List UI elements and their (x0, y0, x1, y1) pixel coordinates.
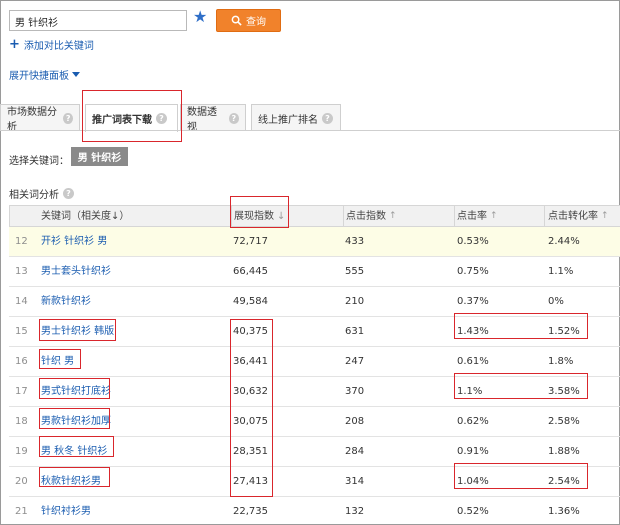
header-keyword[interactable]: 关键词（相关度↓） (41, 206, 129, 227)
highlight-box (230, 196, 289, 228)
clicks-value: 284 (345, 446, 365, 457)
expand-panel-link[interactable]: 展开快捷面板 (9, 67, 80, 82)
cvr-value: 1.1% (548, 266, 574, 277)
ctr-value: 0.75% (457, 266, 489, 277)
highlight-box (39, 319, 116, 341)
highlight-box (39, 408, 110, 429)
ctr-value: 0.37% (457, 296, 489, 307)
keyword-link[interactable]: 开衫 针织衫 男 (41, 227, 107, 256)
table-row: 13 男士套头针织衫 66,445 555 0.75% 1.1% (9, 257, 620, 287)
clicks-value: 208 (345, 416, 365, 427)
add-compare-link[interactable]: + 添加对比关键词 (9, 36, 94, 53)
section-title: 相关词分析 ? (9, 186, 74, 201)
impressions-value: 72,717 (233, 236, 268, 247)
highlight-box (39, 378, 110, 399)
column-separator (544, 206, 545, 227)
highlight-box (39, 467, 110, 487)
tab-data-pivot[interactable]: 数据透视 ? (180, 104, 246, 133)
table-row: 12 开衫 针织衫 男 72,717 433 0.53% 2.44% (9, 227, 620, 257)
clicks-value: 314 (345, 476, 365, 487)
clicks-value: 132 (345, 506, 365, 517)
row-index: 14 (15, 296, 28, 307)
cvr-value: 1.88% (548, 446, 580, 457)
selector-label: 选择关键词： (9, 156, 69, 167)
impressions-value: 49,584 (233, 296, 268, 307)
ctr-value: 0.53% (457, 236, 489, 247)
row-index: 20 (15, 476, 28, 487)
cvr-value: 2.58% (548, 416, 580, 427)
help-icon[interactable]: ? (228, 112, 239, 124)
cvr-value: 0% (548, 296, 564, 307)
star-icon[interactable]: ★ (193, 9, 209, 25)
ctr-value: 0.61% (457, 356, 489, 367)
clicks-value: 210 (345, 296, 365, 307)
clicks-value: 370 (345, 386, 365, 397)
clicks-value: 247 (345, 356, 365, 367)
triangle-down-icon (72, 72, 80, 77)
sort-up-icon: ↑ (601, 211, 609, 221)
row-index: 18 (15, 416, 28, 427)
column-separator (343, 206, 344, 227)
row-index: 13 (15, 266, 28, 277)
row-index: 17 (15, 386, 28, 397)
section-title-text: 相关词分析 (9, 190, 59, 201)
plus-icon: + (9, 36, 20, 52)
keyword-link[interactable]: 新款针织衫 (41, 287, 91, 316)
highlight-box (454, 313, 588, 339)
impressions-value: 22,735 (233, 506, 268, 517)
column-separator (454, 206, 455, 227)
ctr-value: 0.91% (457, 446, 489, 457)
highlight-box (454, 463, 588, 489)
query-button[interactable]: 查询 (216, 9, 281, 32)
table-header: 关键词（相关度↓） 展现指数 ↓ 点击指数 ↑ 点击率 ↑ 点击转化率 ↑ (9, 205, 620, 227)
keyword-link[interactable]: 男士套头针织衫 (41, 257, 111, 286)
tab-market-analysis[interactable]: 市场数据分析 ? (0, 104, 80, 133)
tab-label: 市场数据分析 (7, 107, 57, 133)
highlight-box (39, 436, 114, 457)
add-compare-label: 添加对比关键词 (23, 41, 94, 52)
highlight-box (454, 373, 588, 399)
header-cvr[interactable]: 点击转化率 ↑ (548, 206, 609, 227)
header-clicks[interactable]: 点击指数 ↑ (346, 206, 397, 227)
page-frame: 男 针织衫 ★ 查询 + 添加对比关键词 展开快捷面板 市场数据分析 ? 推广词… (0, 0, 620, 525)
sort-up-icon: ↑ (389, 211, 397, 221)
help-icon[interactable]: ? (322, 112, 333, 124)
cvr-value: 2.44% (548, 236, 580, 247)
query-button-label: 查询 (246, 17, 266, 28)
tab-label: 线上推广排名 (258, 114, 318, 126)
selected-keyword-chip[interactable]: 男 针织衫 (71, 147, 128, 166)
clicks-value: 555 (345, 266, 365, 277)
keyword-link[interactable]: 针织衬衫男 (41, 497, 91, 525)
ctr-value: 0.62% (457, 416, 489, 427)
clicks-value: 631 (345, 326, 365, 337)
sort-up-icon: ↑ (490, 211, 498, 221)
impressions-value: 66,445 (233, 266, 268, 277)
row-index: 19 (15, 446, 28, 457)
ctr-value: 0.52% (457, 506, 489, 517)
row-index: 12 (15, 236, 28, 247)
cvr-value: 1.8% (548, 356, 574, 367)
highlight-box (39, 349, 81, 369)
table-row: 21 针织衬衫男 22,735 132 0.52% 1.36% (9, 497, 620, 525)
help-icon[interactable]: ? (63, 112, 73, 124)
clicks-value: 433 (345, 236, 365, 247)
highlight-box (82, 90, 182, 142)
row-index: 15 (15, 326, 28, 337)
cvr-value: 1.36% (548, 506, 580, 517)
search-icon (231, 15, 242, 26)
help-icon[interactable]: ? (63, 188, 74, 199)
row-index: 16 (15, 356, 28, 367)
row-index: 21 (15, 506, 28, 517)
tab-online-ranking[interactable]: 线上推广排名 ? (251, 104, 341, 131)
search-input[interactable]: 男 针织衫 (9, 10, 187, 31)
highlight-box (230, 319, 273, 497)
expand-panel-label: 展开快捷面板 (9, 71, 69, 82)
header-ctr[interactable]: 点击率 ↑ (457, 206, 498, 227)
tab-label: 数据透视 (187, 107, 217, 133)
